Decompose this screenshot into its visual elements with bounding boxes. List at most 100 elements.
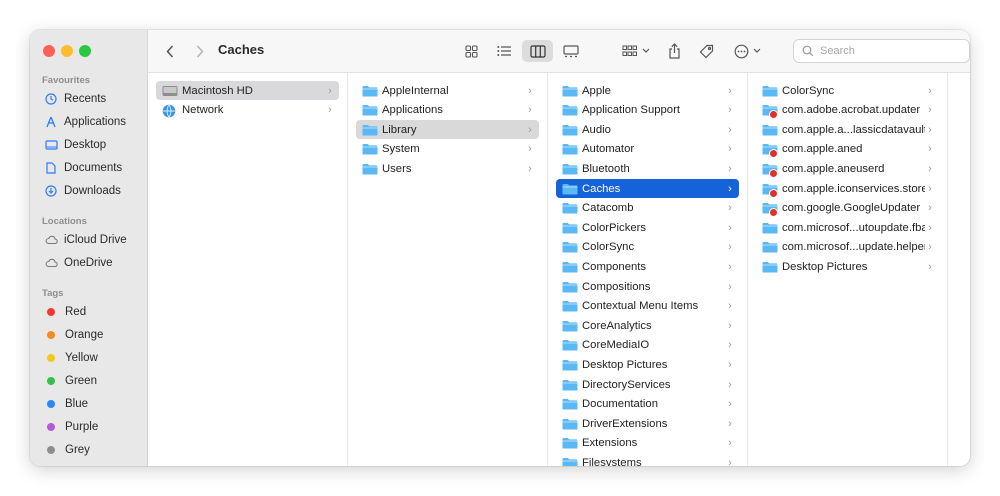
- folder-row-label: com.microsof...update.helper: [782, 241, 925, 254]
- sidebar-tag-red[interactable]: Red: [44, 302, 86, 322]
- folder-row-com-apple-iconservices-store[interactable]: com.apple.iconservices.store ›: [756, 179, 939, 198]
- chevron-right-icon: ›: [728, 417, 732, 430]
- sidebar-item-applications[interactable]: Applications: [44, 112, 126, 132]
- folder-row-applications[interactable]: Applications ›: [356, 101, 539, 120]
- sidebar-item-onedrive[interactable]: OneDrive: [44, 253, 113, 273]
- folder-row-label: Filesystems: [582, 456, 642, 466]
- sidebar-tag-blue[interactable]: Blue: [44, 394, 88, 414]
- folder-icon: [762, 202, 778, 218]
- folder-row-compositions[interactable]: Compositions ›: [556, 277, 739, 296]
- cloud-icon: [44, 256, 58, 270]
- sidebar-item-recents[interactable]: Recents: [44, 89, 106, 109]
- sidebar-item-label: Documents: [64, 162, 123, 174]
- folder-row-macintosh-hd[interactable]: Macintosh HD ›: [156, 81, 339, 100]
- back-button[interactable]: [162, 40, 178, 62]
- chevron-right-icon: ›: [928, 182, 932, 195]
- chevron-right-icon: ›: [928, 260, 932, 273]
- folder-row-automator[interactable]: Automator ›: [556, 140, 739, 159]
- folder-row-colorpickers[interactable]: ColorPickers ›: [556, 218, 739, 237]
- folder-row-directoryservices[interactable]: DirectoryServices ›: [556, 375, 739, 394]
- chevron-down-icon: [753, 48, 760, 53]
- folder-row-label: Documentation: [582, 398, 658, 411]
- folder-row-colorsync[interactable]: ColorSync ›: [756, 81, 939, 100]
- folder-icon: [562, 183, 578, 195]
- folder-row-bluetooth[interactable]: Bluetooth ›: [556, 159, 739, 178]
- folder-row-com-google-googleupdater[interactable]: com.google.GoogleUpdater ›: [756, 199, 939, 218]
- zoom-button[interactable]: [79, 45, 91, 57]
- folder-row-desktop-pictures[interactable]: Desktop Pictures ›: [556, 355, 739, 374]
- folder-icon: [562, 104, 578, 116]
- folder-row-colorsync[interactable]: ColorSync ›: [556, 238, 739, 257]
- folder-row-desktop-pictures[interactable]: Desktop Pictures ›: [756, 257, 939, 276]
- chevron-left-icon: [166, 44, 174, 58]
- group-button[interactable]: [620, 40, 652, 62]
- folder-row-com-microsof-utoupdate-fba[interactable]: com.microsof...utoupdate.fba ›: [756, 218, 939, 237]
- chevron-right-icon: ›: [928, 241, 932, 254]
- tags-heading: Tags: [42, 288, 64, 299]
- no-access-badge-icon: [769, 208, 778, 218]
- folder-row-audio[interactable]: Audio ›: [556, 120, 739, 139]
- gallery-view-button[interactable]: [560, 40, 582, 62]
- folder-row-components[interactable]: Components ›: [556, 257, 739, 276]
- icon-view-button[interactable]: [460, 40, 482, 62]
- share-button[interactable]: [664, 40, 684, 62]
- folder-row-apple[interactable]: Apple ›: [556, 81, 739, 100]
- sidebar-tag-green[interactable]: Green: [44, 371, 97, 391]
- sidebar-item-icloud-drive[interactable]: iCloud Drive: [44, 230, 127, 250]
- folder-row-caches[interactable]: Caches ›: [556, 179, 739, 198]
- folder-row-driverextensions[interactable]: DriverExtensions ›: [556, 414, 739, 433]
- folder-row-label: DirectoryServices: [582, 378, 671, 391]
- folder-row-application-support[interactable]: Application Support ›: [556, 101, 739, 120]
- folder-row-documentation[interactable]: Documentation ›: [556, 395, 739, 414]
- folder-row-system[interactable]: System ›: [356, 140, 539, 159]
- column-view-button[interactable]: [522, 40, 553, 62]
- close-button[interactable]: [43, 45, 55, 57]
- folder-row-extensions[interactable]: Extensions ›: [556, 434, 739, 453]
- sidebar-tag-orange[interactable]: Orange: [44, 325, 103, 345]
- chevron-right-icon: ›: [728, 260, 732, 273]
- sidebar-tag-grey[interactable]: Grey: [44, 440, 90, 460]
- columns-icon: [529, 44, 546, 58]
- chevron-right-icon: ›: [728, 143, 732, 156]
- folder-row-com-apple-a-lassicdatavault[interactable]: com.apple.a...lassicdatavault ›: [756, 120, 939, 139]
- folder-row-filesystems[interactable]: Filesystems ›: [556, 453, 739, 466]
- folder-row-network[interactable]: Network ›: [156, 101, 339, 120]
- sidebar-item-label: Green: [65, 375, 97, 387]
- folder-row-appleinternal[interactable]: AppleInternal ›: [356, 81, 539, 100]
- folder-row-com-adobe-acrobat-updater[interactable]: com.adobe.acrobat.updater ›: [756, 101, 939, 120]
- tag-button[interactable]: [696, 40, 716, 62]
- favourites-heading: Favourites: [42, 75, 91, 86]
- sidebar-tag-yellow[interactable]: Yellow: [44, 348, 98, 368]
- folder-icon: [562, 359, 578, 371]
- search-field[interactable]: Search: [793, 39, 970, 63]
- forward-button[interactable]: [192, 40, 208, 62]
- folder-icon: [562, 437, 578, 449]
- folder-row-label: Network: [182, 104, 224, 117]
- folder-row-users[interactable]: Users ›: [356, 159, 539, 178]
- folder-row-coreanalytics[interactable]: CoreAnalytics ›: [556, 316, 739, 335]
- folder-row-contextual-menu-items[interactable]: Contextual Menu Items ›: [556, 297, 739, 316]
- list-view-button[interactable]: [493, 40, 515, 62]
- no-access-badge-icon: [769, 168, 778, 178]
- finder-window: Favourites Recents Applications Desktop …: [30, 30, 970, 466]
- folder-row-com-apple-aned[interactable]: com.apple.aned ›: [756, 140, 939, 159]
- more-actions-button[interactable]: [731, 40, 763, 62]
- sidebar-tag-purple[interactable]: Purple: [44, 417, 98, 437]
- list-icon: [496, 46, 511, 56]
- desktop-icon: [44, 138, 58, 152]
- sidebar-item-documents[interactable]: Documents: [44, 158, 122, 178]
- sidebar-item-desktop[interactable]: Desktop: [44, 135, 106, 155]
- no-access-badge-icon: [769, 110, 778, 120]
- tag-dot: [47, 446, 55, 454]
- chevron-right-icon: ›: [728, 378, 732, 391]
- folder-row-label: CoreMediaIO: [582, 339, 650, 352]
- folder-icon: [762, 124, 778, 136]
- folder-row-com-microsof-update-helper[interactable]: com.microsof...update.helper ›: [756, 238, 939, 257]
- minimize-button[interactable]: [61, 45, 73, 57]
- folder-row-coremediaio[interactable]: CoreMediaIO ›: [556, 336, 739, 355]
- sidebar-item-downloads[interactable]: Downloads: [44, 181, 121, 201]
- folder-row-com-apple-aneuserd[interactable]: com.apple.aneuserd ›: [756, 159, 939, 178]
- folder-row-catacomb[interactable]: Catacomb ›: [556, 199, 739, 218]
- folder-row-library[interactable]: Library ›: [356, 120, 539, 140]
- folder-icon: [762, 143, 778, 159]
